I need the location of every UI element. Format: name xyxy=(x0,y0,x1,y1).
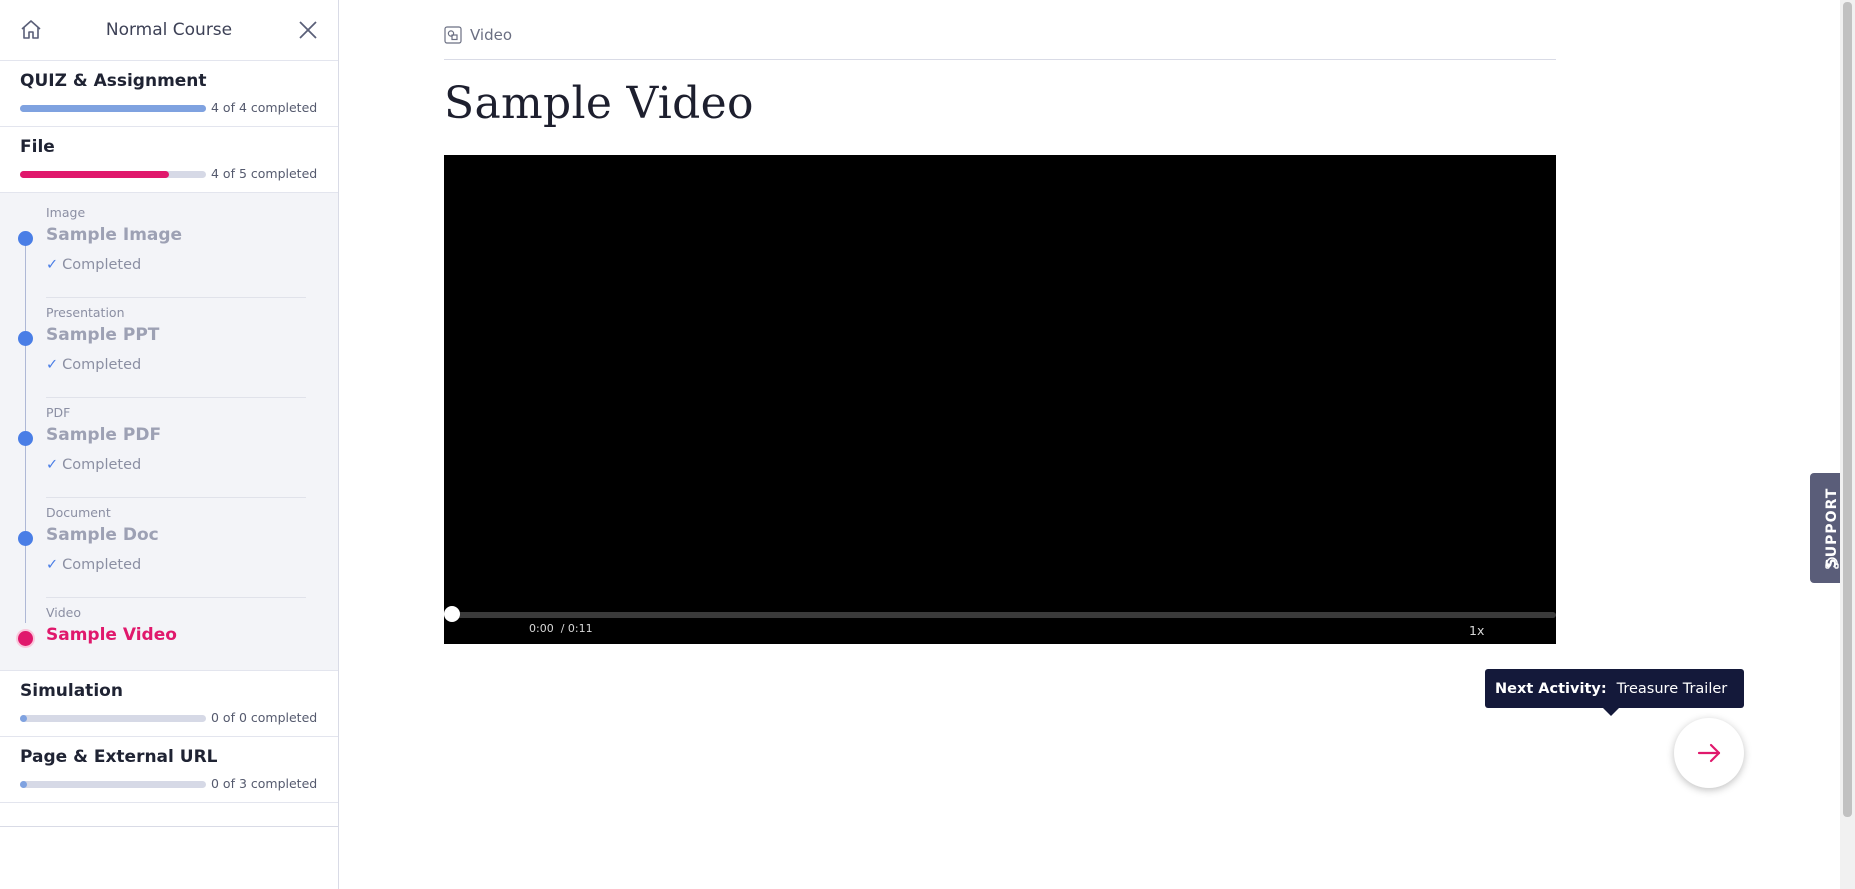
checkmark-icon: ✓ xyxy=(46,457,59,473)
page-scrollbar[interactable] xyxy=(1840,0,1855,889)
video-player[interactable]: 0:00 / 0:11 1x xyxy=(444,155,1556,644)
section-file[interactable]: File 4 of 5 completed xyxy=(0,127,338,193)
sidebar-footer-divider xyxy=(0,826,338,827)
section-simulation[interactable]: Simulation 0 of 0 completed xyxy=(0,671,338,737)
activity-list: Image Sample Image ✓ Completed Presentation S… xyxy=(0,193,338,671)
checkmark-icon: ✓ xyxy=(46,257,59,273)
next-activity-label: Next Activity: xyxy=(1495,680,1607,697)
next-activity-name: Treasure Trailer xyxy=(1616,680,1728,697)
activity-status-text: Completed xyxy=(62,357,142,373)
activity-divider xyxy=(46,597,306,598)
header-divider xyxy=(444,59,1556,60)
video-time: 0:00 / 0:11 xyxy=(529,622,593,635)
next-activity-button[interactable] xyxy=(1674,718,1744,788)
activity-item-presentation[interactable]: Presentation Sample PPT ✓ Completed xyxy=(0,305,339,405)
arrow-right-icon xyxy=(1697,743,1721,763)
activity-status-text: Completed xyxy=(62,557,142,573)
next-activity-tooltip: Next Activity: Treasure Trailer xyxy=(1485,669,1744,716)
activity-item-image[interactable]: Image Sample Image ✓ Completed xyxy=(0,205,339,305)
section-progress-text: 0 of 0 completed xyxy=(211,710,318,725)
section-title: File xyxy=(20,137,55,157)
section-progress-bar xyxy=(20,715,206,722)
activity-type: Image xyxy=(46,205,86,220)
section-progress-bar xyxy=(20,781,206,788)
activity-status-text: Completed xyxy=(62,457,142,473)
activity-status: ✓ Completed xyxy=(46,457,141,473)
activity-status: ✓ Completed xyxy=(46,357,141,373)
sidebar-header: Normal Course xyxy=(0,0,338,61)
activity-type: Presentation xyxy=(46,305,125,320)
course-sidebar: Normal Course QUIZ & Assignment 4 of 4 co… xyxy=(0,0,339,889)
activity-type: Video xyxy=(46,605,82,620)
video-current-time: 0:00 xyxy=(529,622,554,635)
activity-item-pdf[interactable]: PDF Sample PDF ✓ Completed xyxy=(0,405,339,505)
playback-speed-button[interactable]: 1x xyxy=(1469,623,1484,638)
section-progress-fill xyxy=(20,171,169,178)
section-progress-fill xyxy=(20,715,28,722)
breadcrumb-label: Video xyxy=(470,26,513,44)
section-progress-text: 4 of 5 completed xyxy=(211,166,318,181)
activity-divider xyxy=(46,297,306,298)
activity-status-dot xyxy=(18,631,33,646)
section-progress-text: 0 of 3 completed xyxy=(211,776,318,791)
activity-status: ✓ Completed xyxy=(46,557,141,573)
section-page-external-url[interactable]: Page & External URL 0 of 3 completed xyxy=(0,737,338,803)
activity-status-dot xyxy=(18,331,33,346)
activity-divider xyxy=(46,397,306,398)
activity-name: Sample Video xyxy=(46,625,177,645)
video-duration: / 0:11 xyxy=(560,622,593,635)
section-progress-fill xyxy=(20,105,206,112)
activity-status-text: Completed xyxy=(62,257,142,273)
activity-status-dot xyxy=(18,431,33,446)
close-icon[interactable] xyxy=(296,18,320,42)
activity-type: PDF xyxy=(46,405,71,420)
checkmark-icon: ✓ xyxy=(46,357,59,373)
page-title: Sample Video xyxy=(444,78,754,129)
activity-item-document[interactable]: Document Sample Doc ✓ Completed xyxy=(0,505,339,605)
section-title: QUIZ & Assignment xyxy=(20,71,207,91)
activity-status: ✓ Completed xyxy=(46,257,141,273)
section-title: Simulation xyxy=(20,681,123,701)
video-seek-bar[interactable] xyxy=(452,612,1556,618)
section-progress-bar xyxy=(20,105,206,112)
video-seek-handle[interactable] xyxy=(444,606,460,622)
video-icon xyxy=(444,26,462,44)
breadcrumb: Video xyxy=(444,26,512,44)
headset-icon xyxy=(1825,557,1839,569)
activity-status-dot xyxy=(18,231,33,246)
activity-divider xyxy=(46,497,306,498)
scrollbar-thumb[interactable] xyxy=(1843,2,1852,817)
home-icon[interactable] xyxy=(19,18,43,42)
section-progress-bar xyxy=(20,171,206,178)
checkmark-icon: ✓ xyxy=(46,557,59,573)
activity-type: Document xyxy=(46,505,111,520)
section-quiz-assignment[interactable]: QUIZ & Assignment 4 of 4 completed xyxy=(0,61,338,127)
course-title: Normal Course xyxy=(105,20,233,40)
section-progress-fill xyxy=(20,781,28,788)
activity-status-dot xyxy=(18,531,33,546)
activity-name: Sample PDF xyxy=(46,425,162,445)
section-progress-text: 4 of 4 completed xyxy=(211,100,318,115)
section-title: Page & External URL xyxy=(20,747,218,767)
activity-name: Sample PPT xyxy=(46,325,160,345)
activity-name: Sample Doc xyxy=(46,525,159,545)
activity-name: Sample Image xyxy=(46,225,183,245)
